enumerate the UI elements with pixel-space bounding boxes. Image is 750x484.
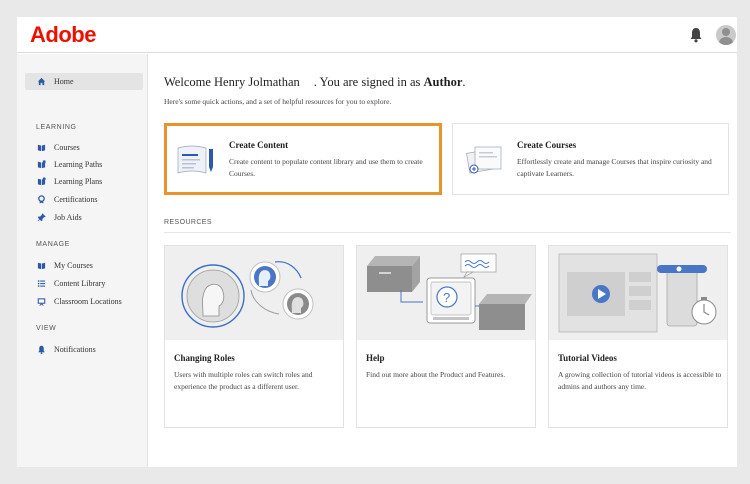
book-icon bbox=[37, 262, 46, 270]
create-courses-card[interactable]: Create Courses Effortlessly create and m… bbox=[452, 123, 729, 195]
help-desc: Find out more about the Product and Feat… bbox=[366, 370, 506, 379]
changing-roles-desc: Users with multiple roles can switch rol… bbox=[174, 370, 313, 391]
welcome-subtitle: Here's some quick actions, and a set of … bbox=[164, 97, 392, 106]
help-illustration: ? bbox=[357, 246, 535, 340]
sidebar-item-label: Learning Plans bbox=[54, 177, 103, 186]
top-header: Adobe bbox=[17, 17, 737, 53]
sidebar-section-manage: MANAGE bbox=[36, 241, 70, 248]
tutorial-videos-card[interactable]: Tutorial Videos A growing collection of … bbox=[548, 245, 728, 428]
learning-path-icon bbox=[37, 160, 46, 169]
resources-heading: RESOURCES bbox=[164, 219, 212, 226]
create-courses-desc: Effortlessly create and manage Courses t… bbox=[517, 157, 712, 178]
sidebar-item-notifications[interactable]: Notifications bbox=[25, 341, 143, 358]
certificate-icon bbox=[38, 195, 45, 204]
book-icon bbox=[37, 144, 46, 152]
sidebar-item-label: My Courses bbox=[54, 261, 93, 270]
sidebar-item-label: Home bbox=[54, 77, 74, 86]
sidebar-section-view: VIEW bbox=[36, 325, 57, 332]
create-content-illustration bbox=[177, 145, 213, 174]
bell-icon[interactable] bbox=[689, 27, 703, 43]
user-avatar-icon[interactable] bbox=[716, 25, 736, 45]
classroom-icon bbox=[37, 298, 46, 306]
sidebar-item-label: Notifications bbox=[54, 345, 96, 354]
welcome-middle: . You are signed in as bbox=[313, 75, 421, 89]
pin-icon bbox=[37, 213, 46, 222]
help-title: Help bbox=[366, 353, 385, 363]
help-card[interactable]: ? Help Find out more about the Product a… bbox=[356, 245, 536, 428]
create-content-card[interactable]: Create Content Create content to populat… bbox=[164, 123, 442, 195]
sidebar-item-label: Learning Paths bbox=[54, 160, 103, 169]
resources-divider bbox=[164, 232, 731, 233]
sidebar-item-learning-paths[interactable]: Learning Paths bbox=[25, 156, 143, 173]
sidebar-item-courses[interactable]: Courses bbox=[25, 139, 143, 156]
changing-roles-illustration bbox=[165, 246, 343, 340]
create-content-title: Create Content bbox=[229, 140, 289, 150]
create-courses-illustration bbox=[466, 146, 502, 174]
changing-roles-title: Changing Roles bbox=[174, 353, 235, 363]
tutorial-videos-desc: A growing collection of tutorial videos … bbox=[558, 370, 722, 391]
home-icon bbox=[37, 77, 46, 86]
sidebar-item-label: Classroom Locations bbox=[54, 297, 122, 306]
list-icon bbox=[37, 280, 46, 287]
adobe-logo[interactable]: Adobe bbox=[30, 22, 96, 48]
welcome-suffix: . bbox=[462, 75, 466, 89]
tutorial-videos-title: Tutorial Videos bbox=[558, 353, 617, 363]
sidebar-item-learning-plans[interactable]: Learning Plans bbox=[25, 173, 143, 190]
sidebar-item-classroom-locations[interactable]: Classroom Locations bbox=[25, 293, 143, 310]
svg-text:?: ? bbox=[443, 290, 450, 305]
sidebar-item-label: Certifications bbox=[54, 195, 98, 204]
bell-icon bbox=[38, 345, 45, 354]
learning-plan-icon bbox=[37, 177, 46, 186]
user-name: Henry Jolmathan bbox=[214, 75, 300, 89]
changing-roles-card[interactable]: Changing Roles Users with multiple roles… bbox=[164, 245, 344, 428]
sidebar-item-label: Job Aids bbox=[54, 213, 82, 222]
user-role: Author bbox=[423, 75, 463, 89]
sidebar-item-content-library[interactable]: Content Library bbox=[25, 275, 143, 292]
create-courses-title: Create Courses bbox=[517, 140, 577, 150]
tutorial-videos-illustration bbox=[549, 246, 727, 340]
sidebar-item-job-aids[interactable]: Job Aids bbox=[25, 209, 143, 226]
sidebar-section-learning: LEARNING bbox=[36, 124, 77, 131]
sidebar-item-home[interactable]: Home bbox=[25, 73, 143, 90]
create-content-desc: Create content to populate content libra… bbox=[229, 157, 423, 178]
welcome-prefix: Welcome bbox=[164, 75, 211, 89]
welcome-heading: Welcome Henry Jolmathan . You are signed … bbox=[164, 75, 466, 90]
sidebar-item-certifications[interactable]: Certifications bbox=[25, 191, 143, 208]
app-window: Adobe Home LEARNING Courses Learning Pat… bbox=[17, 17, 737, 467]
sidebar-item-label: Courses bbox=[54, 143, 80, 152]
sidebar-item-label: Content Library bbox=[54, 279, 106, 288]
sidebar: Home LEARNING Courses Learning Paths Lea… bbox=[17, 54, 148, 467]
sidebar-item-my-courses[interactable]: My Courses bbox=[25, 257, 143, 274]
